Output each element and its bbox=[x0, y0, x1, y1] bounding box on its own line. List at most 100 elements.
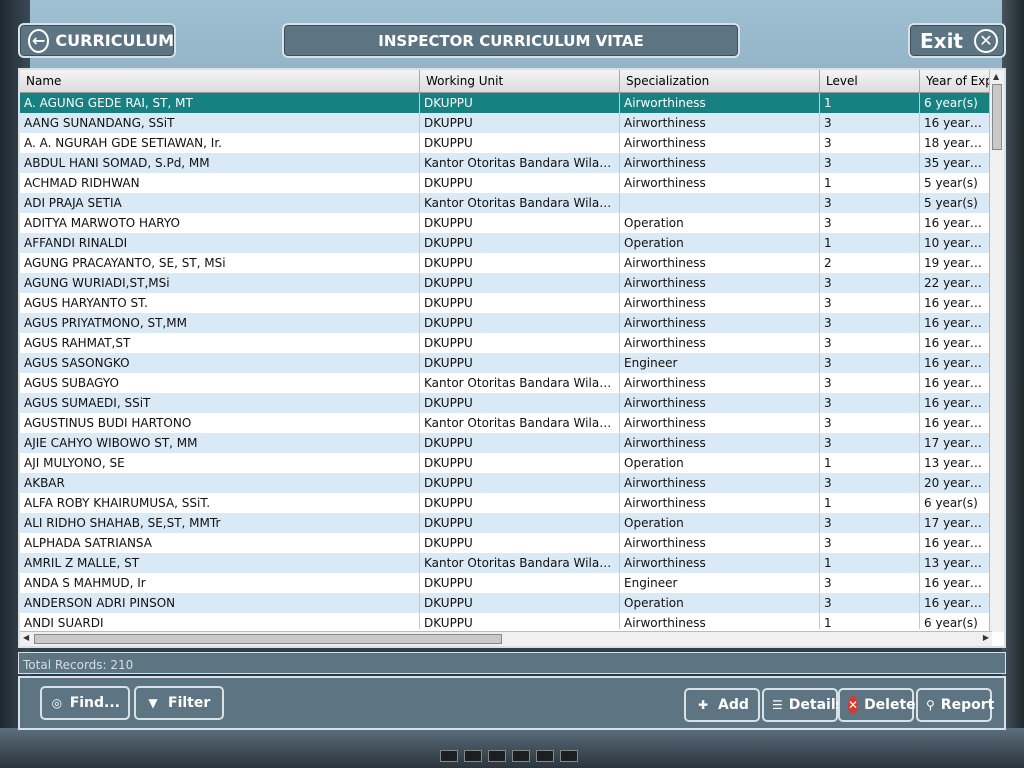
cell-working-unit: DKUPPU bbox=[420, 133, 620, 153]
cell-name: AGUS SUBAGYO bbox=[20, 373, 420, 393]
details-document-icon: ☰ bbox=[772, 698, 783, 712]
cell-specialization: Airworthiness bbox=[620, 293, 820, 313]
horizontal-scrollbar[interactable]: ◀ ▶ bbox=[20, 631, 992, 646]
vertical-scrollbar[interactable]: ▲ bbox=[989, 70, 1004, 632]
cell-name: ALPHADA SATRIANSA bbox=[20, 533, 420, 553]
table-row[interactable]: AKBAR DKUPPU Airworthiness 3 20 year(s) bbox=[20, 473, 1004, 493]
cell-level: 3 bbox=[820, 113, 920, 133]
cell-year-of-exp: 5 year(s) bbox=[920, 173, 990, 193]
vertical-scroll-thumb[interactable] bbox=[992, 84, 1002, 150]
delete-button[interactable]: ✕ Delete bbox=[838, 688, 916, 722]
table-row[interactable]: ANDA S MAHMUD, Ir DKUPPU Engineer 3 16 year(… bbox=[20, 573, 1004, 593]
add-document-icon: ✚ bbox=[697, 698, 709, 712]
table-row[interactable]: AGUS SASONGKO DKUPPU Engineer 3 16 year(s) bbox=[20, 353, 1004, 373]
cell-name: ACHMAD RIDHWAN bbox=[20, 173, 420, 193]
cell-year-of-exp: 22 year(s) bbox=[920, 273, 990, 293]
table-row[interactable]: A. AGUNG GEDE RAI, ST, MT DKUPPU Airworthi… bbox=[20, 93, 1004, 113]
cell-year-of-exp: 16 year(s) bbox=[920, 353, 990, 373]
filter-label: Filter bbox=[168, 695, 211, 711]
cell-working-unit: DKUPPU bbox=[420, 593, 620, 613]
scroll-up-icon[interactable]: ▲ bbox=[993, 72, 999, 81]
cell-working-unit: DKUPPU bbox=[420, 313, 620, 333]
exit-button[interactable]: Exit ✕ bbox=[908, 23, 1006, 58]
cell-year-of-exp: 16 year(s) bbox=[920, 373, 990, 393]
cell-working-unit: DKUPPU bbox=[420, 493, 620, 513]
table-row[interactable]: AANG SUNANDANG, SSiT DKUPPU Airworthiness 3… bbox=[20, 113, 1004, 133]
total-records-text: Total Records: 210 bbox=[23, 658, 134, 672]
table-row[interactable]: ALPHADA SATRIANSA DKUPPU Airworthiness 3 16 … bbox=[20, 533, 1004, 553]
cell-name: AFFANDI RINALDI bbox=[20, 233, 420, 253]
cell-level: 1 bbox=[820, 553, 920, 573]
table-row[interactable]: AGUNG PRACAYANTO, SE, ST, MSi DKUPPU Airwo… bbox=[20, 253, 1004, 273]
table-row[interactable]: A. A. NGURAH GDE SETIAWAN, Ir. DKUPPU Airw… bbox=[20, 133, 1004, 153]
cell-specialization: Airworthiness bbox=[620, 393, 820, 413]
cell-year-of-exp: 16 year(s) bbox=[920, 333, 990, 353]
cell-working-unit: DKUPPU bbox=[420, 333, 620, 353]
cell-level: 1 bbox=[820, 453, 920, 473]
cell-year-of-exp: 16 year(s) bbox=[920, 213, 990, 233]
report-magnifier-icon: ⚲ bbox=[926, 698, 935, 712]
cell-year-of-exp: 6 year(s) bbox=[920, 93, 990, 113]
cell-year-of-exp: 16 year(s) bbox=[920, 413, 990, 433]
cell-level: 3 bbox=[820, 533, 920, 553]
column-header-level[interactable]: Level bbox=[820, 70, 920, 92]
cell-working-unit: DKUPPU bbox=[420, 353, 620, 373]
cell-year-of-exp: 16 year(s) bbox=[920, 293, 990, 313]
cell-name: ADITYA MARWOTO HARYO bbox=[20, 213, 420, 233]
filter-button[interactable]: ▼ Filter bbox=[134, 686, 224, 720]
cell-year-of-exp: 13 year(s) bbox=[920, 553, 990, 573]
cell-specialization: Airworthiness bbox=[620, 153, 820, 173]
report-button[interactable]: ⚲ Report bbox=[916, 688, 994, 722]
inspector-grid[interactable]: Name Working Unit Specialization Level Y… bbox=[18, 68, 1006, 648]
cell-name: AANG SUNANDANG, SSiT bbox=[20, 113, 420, 133]
table-row[interactable]: AGUS HARYANTO ST. DKUPPU Airworthiness 3 16 … bbox=[20, 293, 1004, 313]
cell-level: 3 bbox=[820, 353, 920, 373]
cell-level: 3 bbox=[820, 213, 920, 233]
table-row[interactable]: AGUNG WURIADI,ST,MSi DKUPPU Airworthiness 3… bbox=[20, 273, 1004, 293]
cell-level: 1 bbox=[820, 493, 920, 513]
table-row[interactable]: ALI RIDHO SHAHAB, SE,ST, MMTr DKUPPU Opera… bbox=[20, 513, 1004, 533]
table-row[interactable]: ANDERSON ADRI PINSON DKUPPU Operation 3 16 y… bbox=[20, 593, 1004, 613]
details-label: Details bbox=[788, 697, 844, 713]
funnel-icon: ▼ bbox=[148, 696, 158, 710]
horizontal-scroll-thumb[interactable] bbox=[34, 634, 502, 644]
cell-specialization: Airworthiness bbox=[620, 373, 820, 393]
cell-name: AGUNG PRACAYANTO, SE, ST, MSi bbox=[20, 253, 420, 273]
table-row[interactable]: ABDUL HANI SOMAD, S.Pd, MM Kantor Otorita… bbox=[20, 153, 1004, 173]
cell-year-of-exp: 17 year(s) bbox=[920, 513, 990, 533]
table-row[interactable]: AJI MULYONO, SE DKUPPU Operation 1 13 year(s… bbox=[20, 453, 1004, 473]
cell-working-unit: Kantor Otoritas Bandara Wilayah ... bbox=[420, 373, 620, 393]
cell-level: 3 bbox=[820, 133, 920, 153]
curriculum-back-button[interactable]: ← CURRICULUM bbox=[18, 23, 176, 58]
table-row[interactable]: ANDI SUARDI DKUPPU Airworthiness 1 6 year(s) bbox=[20, 613, 1004, 629]
status-bar: Total Records: 210 bbox=[18, 652, 1006, 674]
column-header-working-unit[interactable]: Working Unit bbox=[420, 70, 620, 92]
cell-specialization: Airworthiness bbox=[620, 333, 820, 353]
table-row[interactable]: AGUS SUMAEDI, SSiT DKUPPU Airworthiness 3 16… bbox=[20, 393, 1004, 413]
table-row[interactable]: ADITYA MARWOTO HARYO DKUPPU Operation 3 16 y… bbox=[20, 213, 1004, 233]
cell-level: 1 bbox=[820, 233, 920, 253]
scroll-left-icon[interactable]: ◀ bbox=[23, 633, 29, 642]
table-row[interactable]: AFFANDI RINALDI DKUPPU Operation 1 10 year(s… bbox=[20, 233, 1004, 253]
table-row[interactable]: AJIE CAHYO WIBOWO ST, MM DKUPPU Airworthin… bbox=[20, 433, 1004, 453]
table-row[interactable]: AGUSTINUS BUDI HARTONO Kantor Otoritas Ba… bbox=[20, 413, 1004, 433]
table-row[interactable]: ACHMAD RIDHWAN DKUPPU Airworthiness 1 5 year… bbox=[20, 173, 1004, 193]
cell-specialization: Airworthiness bbox=[620, 613, 820, 629]
cell-specialization: Airworthiness bbox=[620, 533, 820, 553]
table-row[interactable]: AMRIL Z MALLE, ST Kantor Otoritas Bandara… bbox=[20, 553, 1004, 573]
table-row[interactable]: AGUS RAHMAT,ST DKUPPU Airworthiness 3 16 yea… bbox=[20, 333, 1004, 353]
column-header-specialization[interactable]: Specialization bbox=[620, 70, 820, 92]
table-row[interactable]: AGUS PRIYATMONO, ST,MM DKUPPU Airworthines… bbox=[20, 313, 1004, 333]
table-row[interactable]: ADI PRAJA SETIA Kantor Otoritas Bandara W… bbox=[20, 193, 1004, 213]
details-button[interactable]: ☰ Details bbox=[762, 688, 844, 722]
cell-specialization: Airworthiness bbox=[620, 433, 820, 453]
find-button[interactable]: ◎ Find... bbox=[40, 686, 130, 720]
column-header-year-of-exp[interactable]: Year of Exp bbox=[920, 70, 990, 92]
column-header-name[interactable]: Name bbox=[20, 70, 420, 92]
table-row[interactable]: AGUS SUBAGYO Kantor Otoritas Bandara Wila… bbox=[20, 373, 1004, 393]
table-row[interactable]: ALFA ROBY KHAIRUMUSA, SSiT. DKUPPU Airwort… bbox=[20, 493, 1004, 513]
scroll-right-icon[interactable]: ▶ bbox=[983, 633, 989, 642]
add-button[interactable]: ✚ Add bbox=[684, 688, 760, 722]
cell-specialization: Airworthiness bbox=[620, 473, 820, 493]
cell-level: 3 bbox=[820, 273, 920, 293]
